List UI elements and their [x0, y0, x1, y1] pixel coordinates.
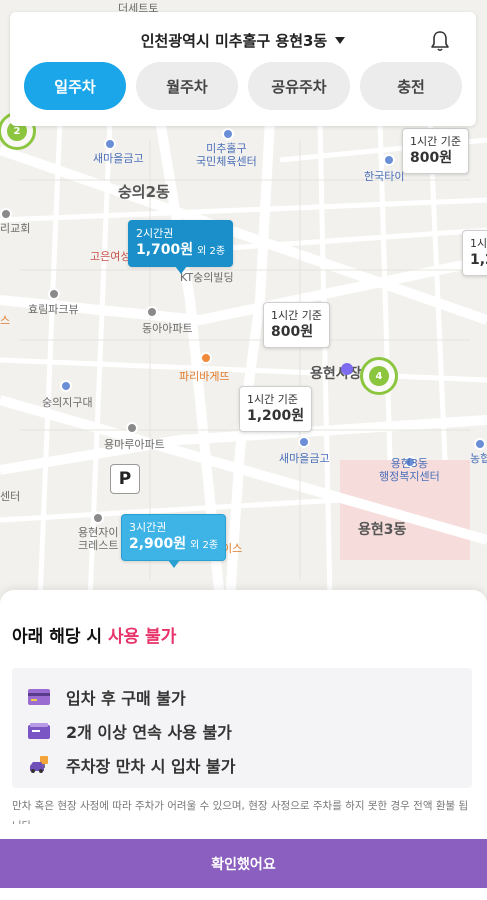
restriction-bottom-sheet: 아래 해당 시 사용 불가 입차 후 구매 불가 2개 이상 연속 사용 불가 … — [0, 590, 487, 900]
bank-icon — [104, 138, 116, 150]
map-label: 한국타이 — [364, 170, 405, 183]
map-label: KT숭의빌딩 — [180, 271, 234, 284]
location-text: 인천광역시 미추홀구 용현3동 — [140, 32, 328, 50]
map-label: 미추홀구 국민체육센터 — [196, 142, 257, 168]
current-location-dot — [341, 363, 353, 375]
price-tag-extra: 외 2종 — [190, 540, 219, 551]
price-tag-title: 1시간 기준 — [271, 309, 322, 322]
map-label: 새마을금고 — [93, 152, 144, 165]
price-tag-marker[interactable]: 1시간 1,2 — [462, 230, 487, 276]
church-icon — [0, 208, 12, 220]
map-label: 리교회 — [0, 222, 31, 235]
tab-shared[interactable]: 공유주차 — [248, 62, 350, 110]
apartment-icon — [48, 288, 60, 300]
map-label: 숭의지구대 — [42, 396, 93, 409]
price-tag-price: 1,2 — [470, 252, 487, 268]
restriction-text: 입차 후 구매 불가 — [66, 689, 186, 708]
apartment-icon — [92, 512, 104, 524]
apartment-icon — [146, 306, 158, 318]
confirm-button[interactable]: 확인했어요 — [0, 839, 487, 888]
price-tag-price: 800원 — [271, 324, 314, 340]
caret-down-icon — [335, 37, 346, 44]
sheet-title-prefix: 아래 해당 시 — [12, 627, 108, 647]
price-tag-title: 1시간 기준 — [247, 393, 298, 406]
credit-card-icon — [28, 688, 50, 706]
map-label: 고은여성 — [90, 250, 131, 263]
restriction-item: 2개 이상 연속 사용 불가 — [28, 714, 472, 748]
map-label: 용현3동 — [358, 522, 407, 538]
gym-icon — [222, 128, 234, 140]
sheet-title-highlight: 사용 불가 — [107, 627, 177, 647]
sheet-title: 아래 해당 시 사용 불가 — [12, 622, 176, 647]
tab-monthly[interactable]: 월주차 — [136, 62, 238, 110]
map-label: 새마을금고 — [279, 452, 330, 465]
price-tag-marker[interactable]: 1시간 기준 800원 — [263, 302, 330, 348]
price-tag-price: 1,700원 — [136, 242, 194, 258]
map-label: 용현3동 행정복지센터 — [379, 457, 440, 483]
map-label: 용마루아파트 — [104, 438, 165, 451]
full-lot-car-icon — [28, 756, 50, 774]
map-label: 용현자이 크레스트 — [78, 526, 119, 552]
price-tag-title: 1시간 — [470, 237, 487, 250]
location-selector[interactable]: 인천광역시 미추홀구 용현3동 — [10, 30, 476, 51]
price-tag-marker[interactable]: 1시간 기준 1,200원 — [239, 386, 313, 432]
price-tag-title: 3시간권 — [129, 521, 167, 534]
bakery-icon — [200, 352, 212, 364]
price-tag-extra: 외 2종 — [197, 246, 226, 257]
map-label: 센터 — [0, 490, 21, 503]
restriction-item: 주차장 만차 시 입차 불가 — [28, 748, 472, 782]
header-card: 인천광역시 미추홀구 용현3동 일주차 월주차 공유주차 충전 — [10, 12, 476, 126]
map-label: 스 — [0, 314, 11, 327]
price-tag-marker-selected[interactable]: 2시간권 1,700원 외 2종 — [128, 220, 234, 274]
map-label: 효림파크뷰 — [28, 303, 79, 316]
map-label: 숭의2동 — [118, 183, 170, 201]
bank-icon — [474, 438, 486, 450]
restriction-text: 주차장 만차 시 입차 불가 — [66, 757, 236, 776]
restriction-text: 2개 이상 연속 사용 불가 — [66, 723, 232, 742]
price-tag-price: 2,900원 — [129, 536, 187, 552]
price-tag-marker[interactable]: 3시간권 2,900원 외 2종 — [121, 514, 227, 568]
bell-icon[interactable] — [430, 30, 450, 52]
parking-type-tabs: 일주차 월주차 공유주차 충전 — [24, 62, 462, 110]
price-tag-price: 1,200원 — [247, 408, 305, 424]
map-label: 동아아파트 — [142, 322, 193, 335]
map-label: 파리바게뜨 — [179, 370, 230, 383]
cluster-count: 4 — [369, 366, 389, 386]
restriction-list: 입차 후 구매 불가 2개 이상 연속 사용 불가 주차장 만차 시 입차 불가 — [12, 668, 472, 788]
parking-lot-marker[interactable]: P — [110, 464, 140, 494]
tire-shop-icon — [383, 154, 395, 166]
marker-pin — [174, 266, 187, 274]
map-label: 농협 — [470, 452, 487, 465]
ticket-icon — [28, 722, 50, 740]
refund-note: 만차 혹은 현장 사정에 따라 주차가 어려울 수 있으며, 현장 사정으로 주… — [12, 800, 469, 824]
price-tag-title: 1시간 기준 — [410, 135, 461, 148]
parking-cluster-marker[interactable]: 4 — [360, 357, 398, 395]
apartment-icon — [126, 422, 138, 434]
tab-charging[interactable]: 충전 — [360, 62, 462, 110]
restriction-item: 입차 후 구매 불가 — [28, 680, 472, 714]
marker-pin — [167, 560, 180, 568]
price-tag-title: 2시간권 — [136, 227, 174, 240]
police-icon — [60, 380, 72, 392]
map-label: 용현시장 — [310, 366, 362, 382]
price-tag-price: 800원 — [410, 150, 453, 166]
tab-daily[interactable]: 일주차 — [24, 62, 126, 110]
price-tag-marker[interactable]: 1시간 기준 800원 — [402, 128, 469, 174]
bank-icon — [298, 436, 310, 448]
